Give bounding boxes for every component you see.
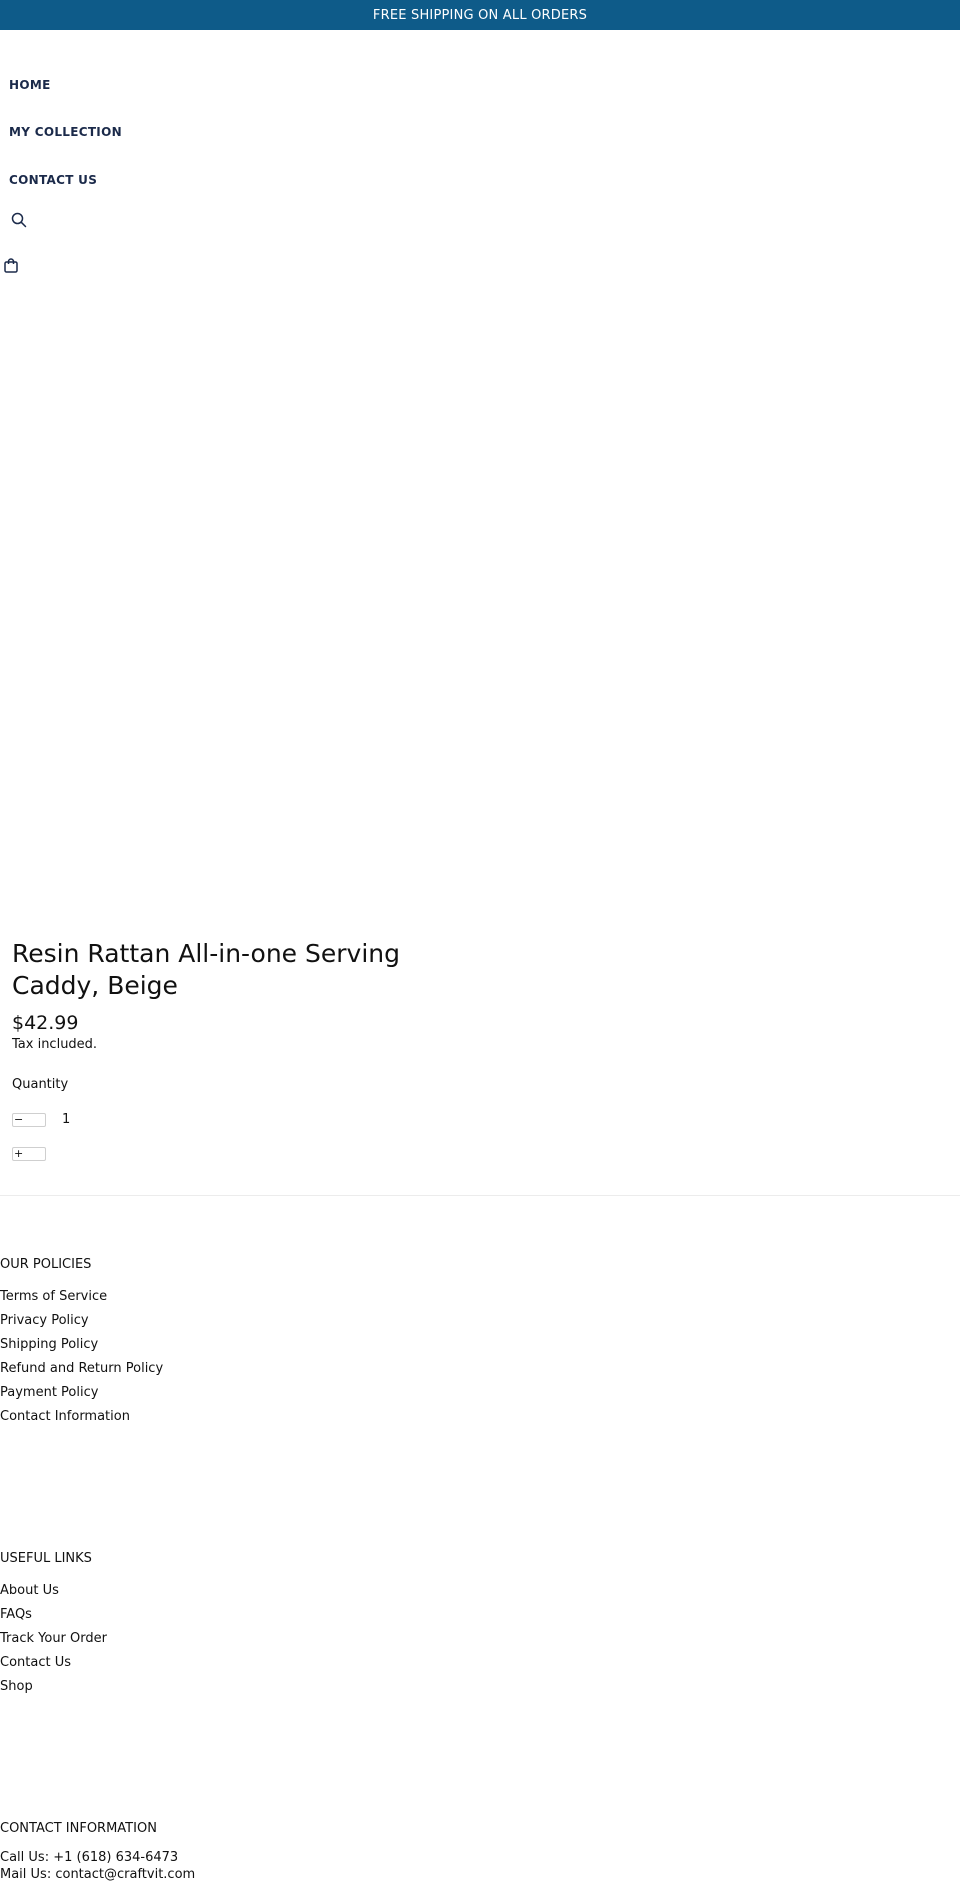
footer-link-about[interactable]: About Us bbox=[0, 1579, 107, 1603]
footer-link-privacy[interactable]: Privacy Policy bbox=[0, 1309, 163, 1333]
tax-note: Tax included. bbox=[12, 1037, 98, 1052]
footer-link-refund[interactable]: Refund and Return Policy bbox=[0, 1357, 163, 1381]
quantity-input[interactable]: 1 bbox=[62, 1112, 70, 1127]
nav-home-link[interactable]: HOME bbox=[9, 78, 51, 92]
footer-divider bbox=[0, 1195, 960, 1196]
footer-link-terms[interactable]: Terms of Service bbox=[0, 1285, 163, 1309]
footer-link-contact-info[interactable]: Contact Information bbox=[0, 1405, 163, 1429]
nav-my-collection-link[interactable]: MY COLLECTION bbox=[9, 125, 122, 139]
footer-link-shipping[interactable]: Shipping Policy bbox=[0, 1333, 163, 1357]
shopping-bag-icon[interactable] bbox=[3, 257, 19, 273]
policies-heading: OUR POLICIES bbox=[0, 1257, 92, 1272]
search-icon[interactable] bbox=[11, 212, 27, 228]
nav-contact-us-link[interactable]: CONTACT US bbox=[9, 173, 97, 187]
policies-list: Terms of Service Privacy Policy Shipping… bbox=[0, 1285, 163, 1429]
footer-link-track-order[interactable]: Track Your Order bbox=[0, 1627, 107, 1651]
product-title: Resin Rattan All-in-one Serving Caddy, B… bbox=[12, 939, 400, 1000]
footer-link-faqs[interactable]: FAQs bbox=[0, 1603, 107, 1627]
contact-details: Call Us: +1 (618) 634-6473 Mail Us: cont… bbox=[0, 1849, 195, 1883]
footer-link-contact-us[interactable]: Contact Us bbox=[0, 1651, 107, 1675]
footer-link-shop[interactable]: Shop bbox=[0, 1675, 107, 1699]
product-price: $42.99 bbox=[12, 1012, 79, 1034]
announcement-text: FREE SHIPPING ON ALL ORDERS bbox=[372, 7, 588, 23]
quantity-label: Quantity bbox=[12, 1077, 69, 1092]
quantity-decrease-button[interactable]: − bbox=[12, 1113, 46, 1127]
announcement-bar: FREE SHIPPING ON ALL ORDERS bbox=[0, 0, 960, 30]
useful-links-list: About Us FAQs Track Your Order Contact U… bbox=[0, 1579, 107, 1699]
contact-heading: CONTACT INFORMATION bbox=[0, 1821, 157, 1836]
quantity-increase-button[interactable]: + bbox=[12, 1147, 46, 1161]
footer-link-payment[interactable]: Payment Policy bbox=[0, 1381, 163, 1405]
contact-phone[interactable]: Call Us: +1 (618) 634-6473 bbox=[0, 1849, 195, 1866]
useful-links-heading: USEFUL LINKS bbox=[0, 1551, 92, 1566]
